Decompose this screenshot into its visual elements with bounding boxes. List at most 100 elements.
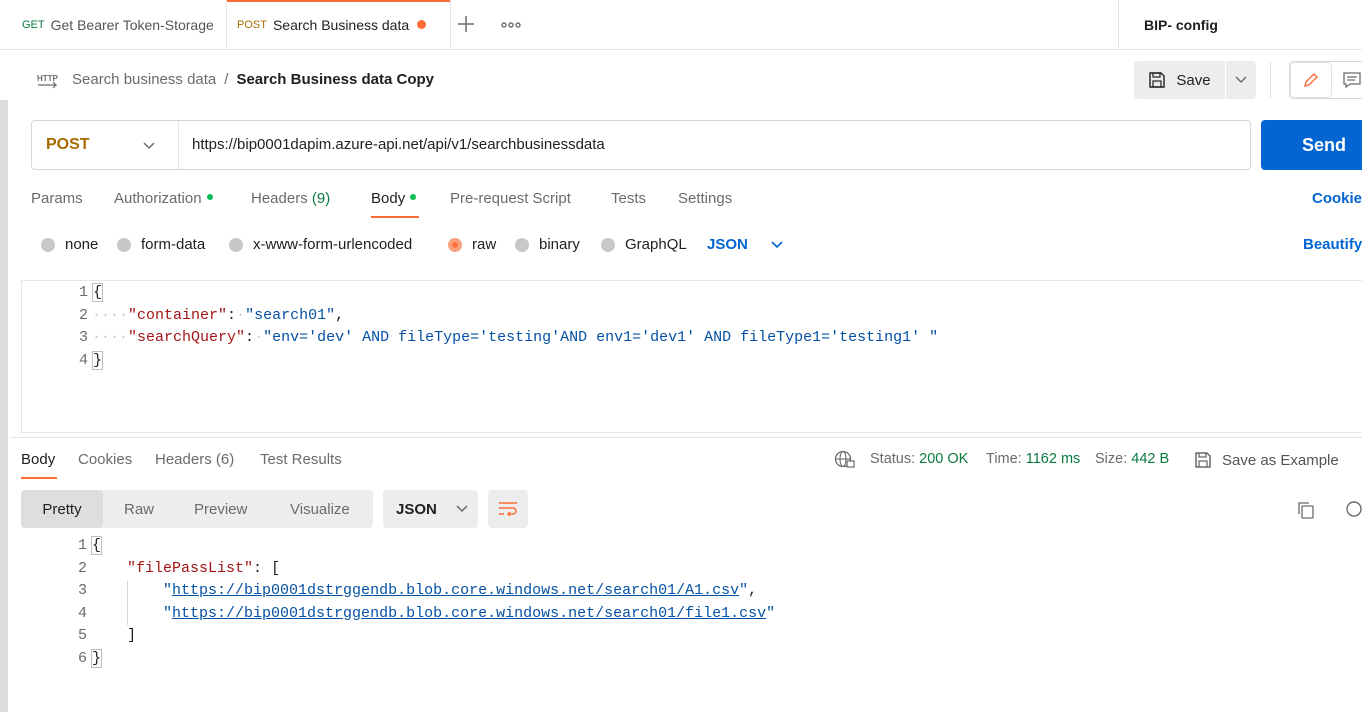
radio-circle xyxy=(229,237,243,252)
body-format-select[interactable]: JSON xyxy=(707,236,784,253)
tab-tests[interactable]: Tests xyxy=(611,190,646,207)
save-button[interactable]: Save xyxy=(1134,61,1225,99)
close-brace: } xyxy=(91,649,103,668)
beautify-link[interactable]: Beautify xyxy=(1303,236,1362,253)
sidebar-scrollbar[interactable] xyxy=(0,100,8,712)
breadcrumb-current[interactable]: Search Business data Copy xyxy=(236,71,434,88)
new-tab-button[interactable] xyxy=(456,14,476,39)
chevron-down-icon xyxy=(1235,76,1247,84)
view-preview-button[interactable]: Preview xyxy=(194,490,247,528)
search-icon xyxy=(1346,501,1362,517)
radio-label: x-www-form-urlencoded xyxy=(253,236,413,253)
radio-circle xyxy=(601,237,615,252)
copy-button[interactable] xyxy=(1296,500,1316,525)
radio-label: form-data xyxy=(141,236,206,253)
chevron-down-icon xyxy=(771,240,783,248)
radio-raw[interactable]: raw xyxy=(448,236,496,253)
line-number: 5 xyxy=(77,627,87,644)
tab-method: GET xyxy=(22,18,45,31)
body-format-label: JSON xyxy=(707,236,748,253)
method-dropdown-button[interactable] xyxy=(140,136,158,159)
tab-label: Authorization xyxy=(114,190,202,207)
json-key: "searchQuery" xyxy=(128,329,246,346)
response-format-select[interactable]: JSON xyxy=(383,490,478,528)
chevron-down-icon xyxy=(456,505,468,513)
response-format-label: JSON xyxy=(396,500,437,518)
response-status[interactable]: Status: 200 OK xyxy=(870,451,968,467)
copy-icon xyxy=(1298,502,1314,519)
file-link[interactable]: https://bip0001dstrggendb.blob.core.wind… xyxy=(172,605,766,622)
headers-count: (6) xyxy=(215,451,235,468)
radio-x-www-form-urlencoded[interactable]: x-www-form-urlencoded xyxy=(229,236,412,253)
radio-form-data[interactable]: form-data xyxy=(117,236,205,253)
line-number: 1 xyxy=(77,537,87,554)
tab-label: Headers xyxy=(155,451,212,468)
response-body-viewer[interactable]: 1 2 3 4 5 6 { "filePassList": [ "https:/… xyxy=(21,534,1362,694)
open-bracket: [ xyxy=(271,560,281,577)
more-tabs-button[interactable] xyxy=(500,18,522,36)
close-bracket: ] xyxy=(127,627,137,644)
url-input[interactable]: https://bip0001dapim.azure-api.net/api/v… xyxy=(192,136,605,153)
radio-binary[interactable]: binary xyxy=(515,236,580,253)
radio-circle-selected xyxy=(448,237,462,252)
save-as-example-label: Save as Example xyxy=(1222,451,1339,469)
json-key: "filePassList" xyxy=(127,560,254,577)
radio-none[interactable]: none xyxy=(41,236,98,253)
method-selector[interactable]: POST xyxy=(46,136,90,154)
cookies-link[interactable]: Cookies xyxy=(1312,190,1362,207)
response-divider[interactable] xyxy=(10,437,1362,438)
tab-label: Headers xyxy=(251,190,308,207)
breadcrumb-parent[interactable]: Search business data xyxy=(72,71,216,88)
status-dot xyxy=(206,194,213,201)
view-pretty-button[interactable]: Pretty xyxy=(21,490,103,528)
active-tab-indicator xyxy=(21,477,57,479)
environment-selector[interactable]: BIP- config xyxy=(1118,0,1362,49)
response-tab-headers[interactable]: Headers (6) xyxy=(155,451,234,468)
tab-settings[interactable]: Settings xyxy=(678,190,732,207)
open-brace: { xyxy=(92,283,104,302)
tab-params[interactable]: Params xyxy=(31,190,83,207)
save-icon xyxy=(1149,72,1166,88)
line-number: 4 xyxy=(77,605,87,622)
radio-label: binary xyxy=(539,236,580,253)
send-button[interactable]: Send xyxy=(1261,120,1362,170)
save-label: Save xyxy=(1176,71,1211,89)
save-options-button[interactable] xyxy=(1226,61,1256,99)
http-icon: HTTP xyxy=(36,70,60,95)
response-tab-body[interactable]: Body xyxy=(21,451,55,468)
response-size[interactable]: Size: 442 B xyxy=(1095,451,1169,467)
line-number: 4 xyxy=(78,352,88,369)
line-number: 3 xyxy=(77,582,87,599)
line-number: 2 xyxy=(77,560,87,577)
tab-authorization[interactable]: Authorization xyxy=(114,190,213,207)
network-info-button[interactable] xyxy=(834,450,856,475)
search-button[interactable] xyxy=(1344,500,1362,525)
status-dot xyxy=(410,194,417,201)
save-as-example-button[interactable]: Save as Example xyxy=(1194,451,1339,469)
response-tab-cookies[interactable]: Cookies xyxy=(78,451,132,468)
response-time[interactable]: Time: 1162 ms xyxy=(986,451,1080,467)
tab-pre-request-script[interactable]: Pre-request Script xyxy=(450,190,571,207)
response-tab-test-results[interactable]: Test Results xyxy=(260,451,342,468)
time-value: 1162 ms xyxy=(1025,451,1081,467)
view-visualize-button[interactable]: Visualize xyxy=(290,490,350,528)
json-key: "container" xyxy=(128,307,228,324)
edit-button[interactable] xyxy=(1291,63,1331,97)
size-label: Size: xyxy=(1095,451,1128,467)
radio-label: GraphQL xyxy=(625,236,687,253)
radio-graphql[interactable]: GraphQL xyxy=(601,236,687,253)
tab-title: Search Business data xyxy=(272,16,410,33)
line-number: 3 xyxy=(78,329,88,346)
tab-get-bearer-token[interactable]: GET Get Bearer Token-Storage xyxy=(10,0,227,49)
comments-button[interactable] xyxy=(1342,70,1362,95)
tab-body[interactable]: Body xyxy=(371,190,417,207)
tab-search-business-data[interactable]: POST Search Business data xyxy=(226,0,451,49)
wrap-lines-button[interactable] xyxy=(488,490,528,528)
globe-lock-icon xyxy=(834,450,855,468)
tab-headers[interactable]: Headers (9) xyxy=(251,190,330,207)
file-link[interactable]: https://bip0001dstrggendb.blob.core.wind… xyxy=(172,582,739,599)
view-raw-button[interactable]: Raw xyxy=(124,490,154,528)
request-body-editor[interactable]: 1 2 3 4 { ····"container":·"search01", ·… xyxy=(21,280,1362,433)
tab-label: Body xyxy=(371,190,406,207)
json-value: "env='dev' AND fileType='testing'AND env… xyxy=(263,329,939,346)
